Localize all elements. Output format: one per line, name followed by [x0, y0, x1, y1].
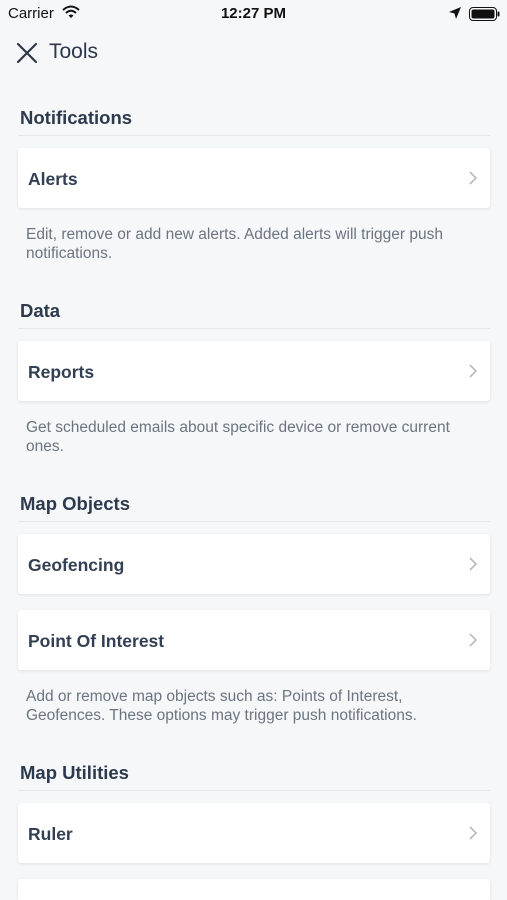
ruler-label: Ruler: [28, 824, 73, 844]
close-button[interactable]: [14, 40, 40, 66]
section-divider: [18, 521, 490, 522]
notifications-description: Edit, remove or add new alerts. Added al…: [26, 226, 443, 262]
section-divider: [18, 328, 490, 329]
geofencing-row[interactable]: Geofencing: [18, 534, 490, 594]
section-title-map-utilities: Map Utilities: [20, 762, 129, 783]
section-divider: [18, 135, 490, 136]
ruler-row[interactable]: Ruler: [18, 803, 490, 863]
point-of-interest-label: Point Of Interest: [28, 631, 165, 651]
reports-label: Reports: [28, 362, 95, 382]
close-icon: [16, 42, 38, 64]
geofencing-label: Geofencing: [28, 555, 125, 575]
data-description: Get scheduled emails about specific devi…: [26, 419, 450, 455]
chevron-right-icon: [469, 557, 478, 571]
utility-row-partial[interactable]: [18, 879, 490, 900]
battery-icon: [469, 7, 501, 25]
alerts-row[interactable]: Alerts: [18, 148, 490, 208]
reports-row[interactable]: Reports: [18, 341, 490, 401]
location-arrow-icon: [448, 6, 462, 24]
section-divider: [18, 790, 490, 791]
point-of-interest-row[interactable]: Point Of Interest: [18, 610, 490, 670]
section-title-data: Data: [20, 300, 61, 321]
chevron-right-icon: [469, 171, 478, 185]
chevron-right-icon: [469, 364, 478, 378]
page-title: Tools: [49, 40, 99, 63]
status-time: 12:27 PM: [220, 5, 287, 22]
chevron-right-icon: [469, 826, 478, 840]
nav-bar: Tools: [0, 30, 507, 74]
section-title-map-objects: Map Objects: [20, 493, 130, 514]
map-objects-description: Add or remove map objects such as: Point…: [26, 688, 417, 724]
alerts-label: Alerts: [28, 169, 78, 189]
section-title-notifications: Notifications: [20, 107, 133, 128]
chevron-right-icon: [469, 633, 478, 647]
status-bar: Carrier 12:27 PM: [0, 0, 507, 28]
